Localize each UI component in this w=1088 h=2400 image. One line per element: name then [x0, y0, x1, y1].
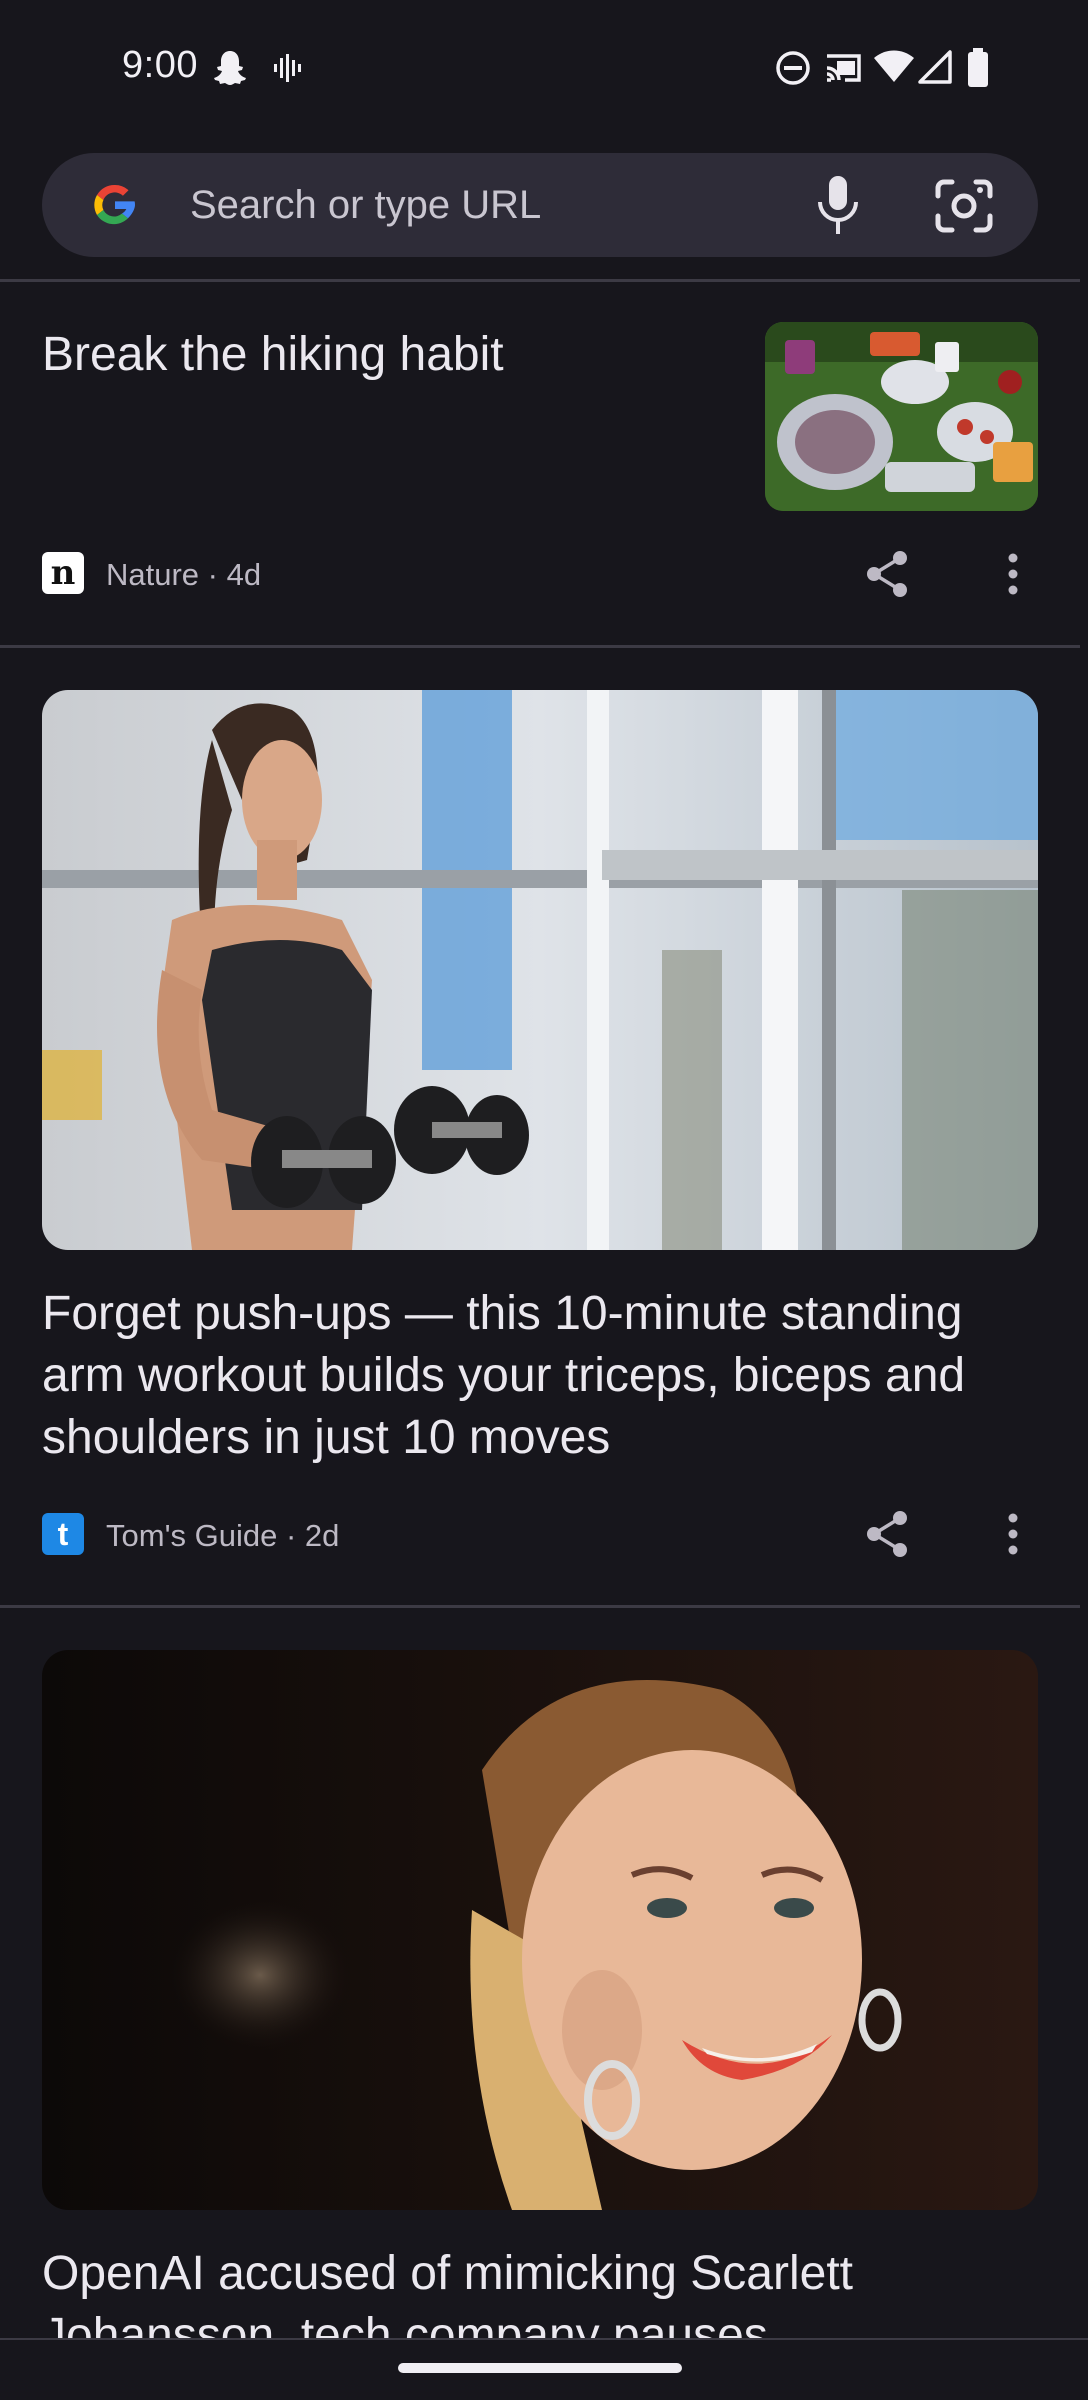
search-input[interactable]: Search or type URL [190, 183, 541, 228]
source-logo-nature: n [42, 552, 84, 594]
snapchat-icon [214, 51, 246, 85]
cell-signal-icon [918, 50, 952, 84]
battery-icon [968, 48, 988, 87]
article-headline[interactable]: OpenAI accused of mimicking Scarlett Joh… [42, 2243, 1038, 2338]
source-name: Tom's Guide [106, 1518, 278, 1553]
navigation-bar-divider [0, 2338, 1088, 2340]
divider [0, 1605, 1080, 1608]
woman-portrait-earrings-image [42, 1650, 1038, 2210]
microphone-icon[interactable] [808, 172, 868, 238]
article-meta: Nature · 4d [106, 557, 262, 592]
article-headline[interactable]: Break the hiking habit [42, 324, 732, 386]
article-meta: Tom's Guide · 2d [106, 1518, 340, 1553]
search-bar[interactable]: Search or type URL [42, 153, 1038, 257]
more-options-icon[interactable] [998, 1508, 1028, 1560]
share-icon[interactable] [862, 1508, 914, 1560]
wifi-icon [874, 50, 914, 82]
article-hero-image[interactable] [42, 1650, 1038, 2210]
more-options-icon[interactable] [998, 548, 1028, 600]
audio-wave-icon [274, 54, 301, 82]
picnic-food-image [765, 322, 1038, 511]
woman-dumbbell-workout-image [42, 690, 1038, 1250]
article-age: 2d [304, 1518, 340, 1553]
google-logo-icon [94, 184, 135, 225]
article-hero-image[interactable] [42, 690, 1038, 1250]
divider [0, 279, 1080, 282]
do-not-disturb-icon [776, 51, 810, 85]
article-thumbnail[interactable] [765, 322, 1038, 511]
gesture-navigation-handle[interactable] [398, 2363, 682, 2373]
cast-icon [826, 54, 861, 82]
share-icon[interactable] [862, 548, 914, 600]
article-age: 4d [226, 557, 262, 592]
screen: 9:00 Search or type URL Break the hiking… [0, 0, 1088, 2400]
camera-lens-icon[interactable] [932, 176, 996, 236]
status-bar: 9:00 [0, 0, 1088, 135]
status-time: 9:00 [122, 44, 198, 86]
article-headline[interactable]: Forget push-ups — this 10-minute standin… [42, 1283, 1038, 1469]
divider [0, 645, 1080, 648]
source-logo-toms-guide: t [42, 1513, 84, 1555]
source-name: Nature [106, 557, 200, 592]
